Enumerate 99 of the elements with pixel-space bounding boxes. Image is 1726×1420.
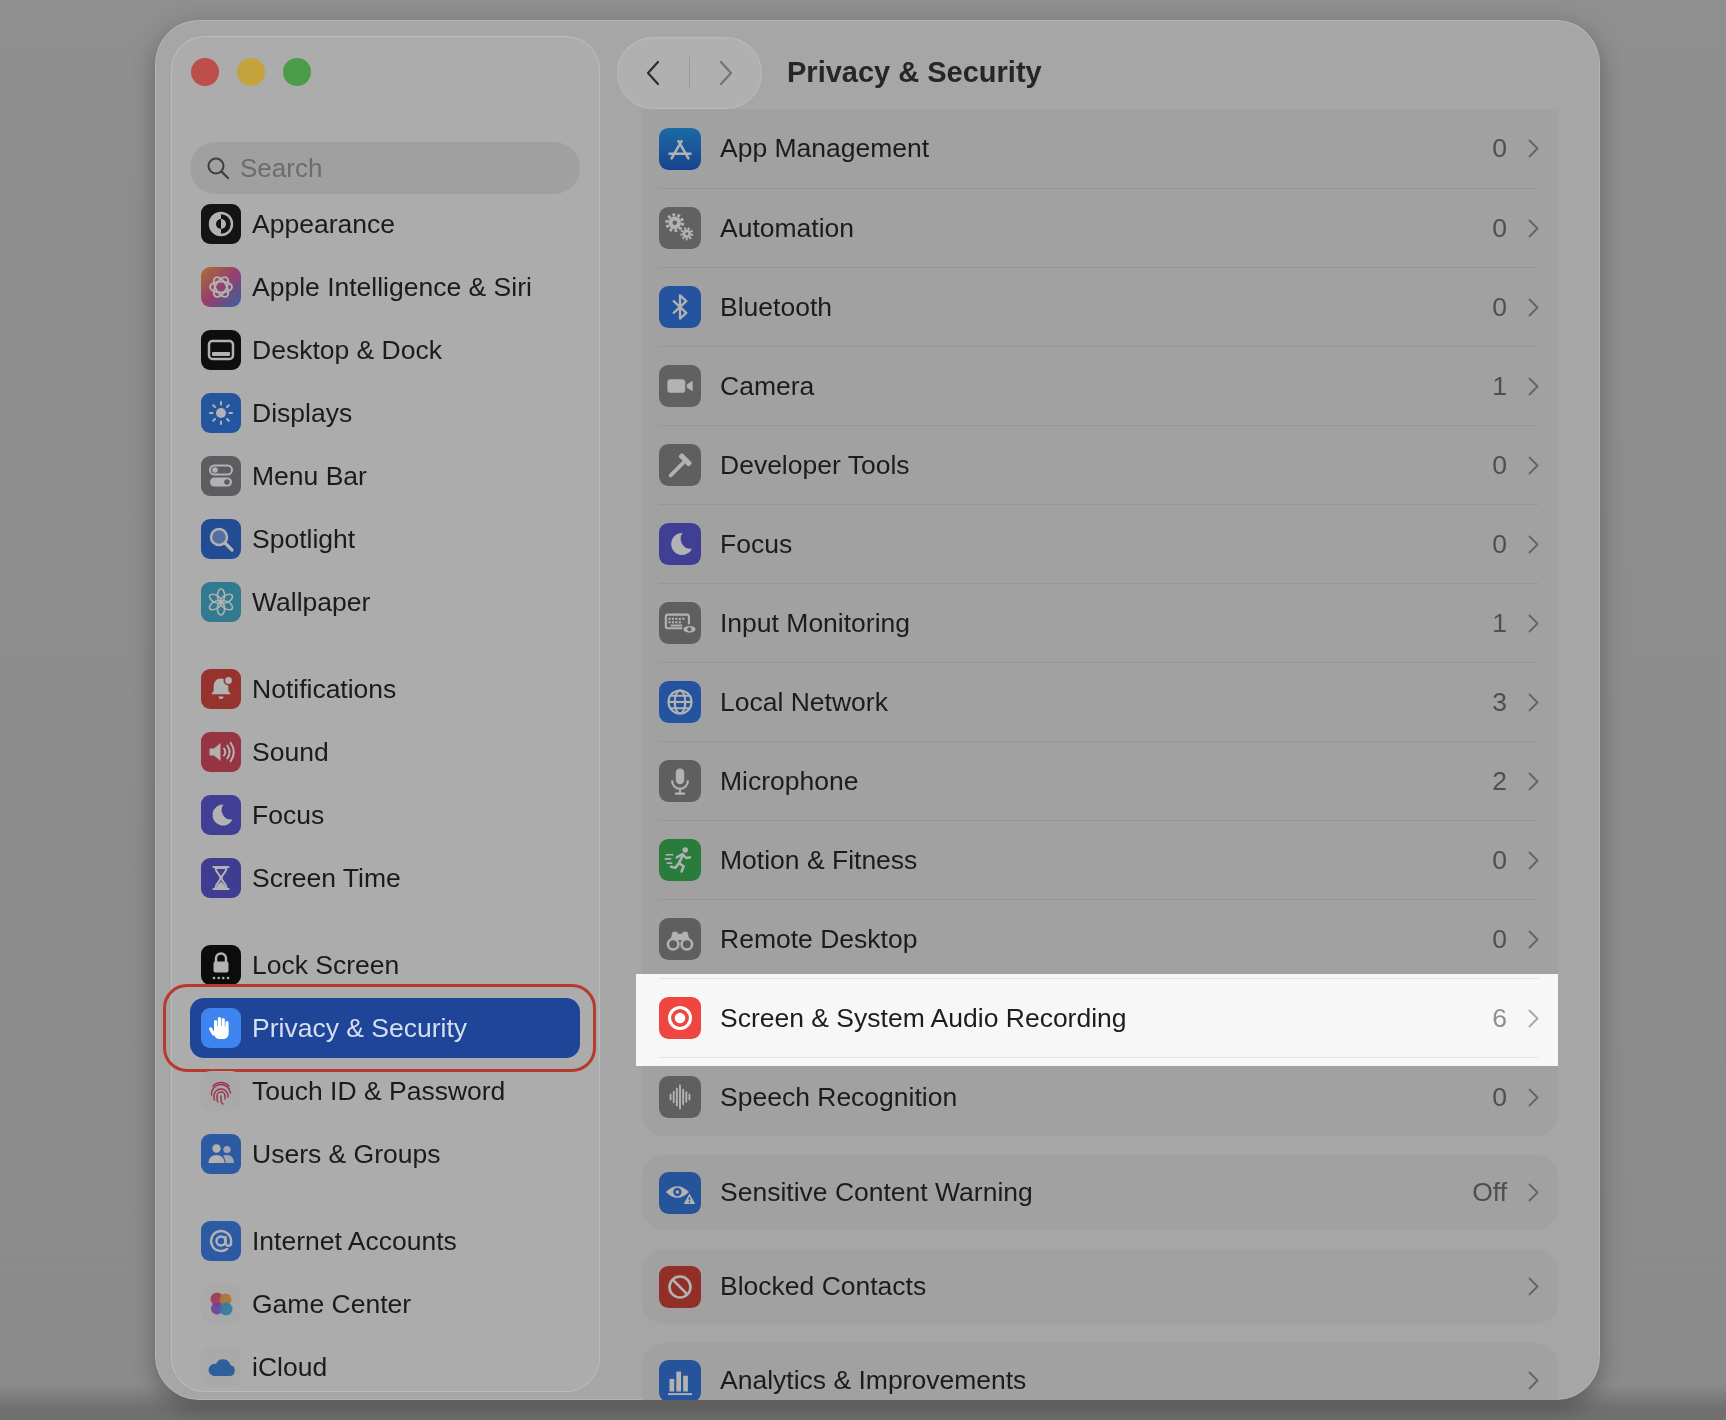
window-icon — [201, 330, 241, 370]
settings-row[interactable]: Sensitive Content Warning Off — [642, 1155, 1558, 1230]
running-figure-icon — [659, 839, 701, 881]
atom-orbits-icon — [201, 267, 241, 307]
settings-row[interactable]: App Management 0 — [642, 109, 1558, 188]
settings-row[interactable]: Focus 0 — [642, 504, 1558, 583]
row-value: 0 — [1492, 451, 1507, 479]
settings-row[interactable]: Analytics & Improvements — [642, 1343, 1558, 1400]
row-value: 0 — [1492, 293, 1507, 321]
chevron-right-icon — [1528, 1277, 1539, 1296]
row-value: 1 — [1492, 609, 1507, 637]
sidebar-item[interactable]: Internet Accounts — [190, 1211, 580, 1271]
sidebar-item[interactable]: Touch ID & Password — [190, 1061, 580, 1121]
settings-row[interactable]: Local Network 3 — [642, 662, 1558, 741]
hand-icon — [201, 1008, 241, 1048]
row-value: 0 — [1492, 1083, 1507, 1111]
hourglass-icon — [201, 858, 241, 898]
settings-row[interactable]: Motion & Fitness 0 — [642, 820, 1558, 899]
row-value: 1 — [1492, 372, 1507, 400]
settings-row[interactable]: Microphone 2 — [642, 741, 1558, 820]
sidebar-item[interactable]: Desktop & Dock — [190, 320, 580, 380]
people-icon — [201, 1134, 241, 1174]
sidebar-item[interactable]: Privacy & Security — [190, 998, 580, 1058]
chevron-right-icon — [1528, 297, 1539, 317]
binoculars-icon — [659, 918, 701, 960]
sidebar-item[interactable]: Appearance — [190, 194, 580, 254]
chevron-right-icon — [1528, 1008, 1539, 1028]
chevron-right-icon — [1528, 850, 1539, 870]
chevron-right-icon — [1528, 692, 1539, 712]
sidebar-item[interactable]: Notifications — [190, 659, 580, 719]
prohibited-icon — [659, 1265, 701, 1308]
chevron-right-icon — [1528, 218, 1539, 238]
hammer-icon — [659, 444, 701, 486]
settings-row[interactable]: Developer Tools 0 — [642, 425, 1558, 504]
chevron-left-icon — [646, 59, 660, 86]
toggle-switches-icon — [201, 456, 241, 496]
eye-warning-icon — [659, 1171, 701, 1214]
chevron-right-icon — [1528, 534, 1539, 554]
waveform-icon — [659, 1076, 701, 1118]
a-strokes-icon — [659, 127, 701, 170]
row-value: 0 — [1492, 530, 1507, 558]
sidebar-item[interactable]: iCloud — [190, 1337, 580, 1397]
globe-icon — [659, 681, 701, 723]
zoom-button[interactable] — [283, 58, 311, 86]
sidebar-item[interactable]: Game Center — [190, 1274, 580, 1334]
minimize-button[interactable] — [237, 58, 265, 86]
chevron-right-icon — [1528, 1183, 1539, 1202]
chevron-right-icon — [1528, 771, 1539, 791]
video-camera-icon — [659, 365, 701, 407]
bell-icon — [201, 669, 241, 709]
flower-icon — [201, 582, 241, 622]
row-value: 6 — [1492, 1004, 1507, 1032]
row-value: 0 — [1492, 135, 1507, 162]
search-icon — [201, 519, 241, 559]
at-sign-icon — [201, 1221, 241, 1261]
settings-row[interactable]: Automation 0 — [642, 188, 1558, 267]
search-icon — [206, 156, 230, 180]
chevron-right-icon — [719, 59, 733, 86]
bar-chart-icon — [659, 1359, 701, 1400]
chevron-right-icon — [1528, 139, 1539, 158]
row-value: 2 — [1492, 767, 1507, 795]
record-icon — [659, 997, 701, 1039]
sun-icon — [201, 393, 241, 433]
chevron-right-icon — [1528, 1087, 1539, 1107]
row-value: 0 — [1492, 925, 1507, 953]
window-title: Privacy & Security — [787, 55, 1042, 90]
sidebar-item[interactable]: Focus — [190, 785, 580, 845]
speaker-icon — [201, 732, 241, 772]
chevron-right-icon — [1528, 613, 1539, 633]
sidebar-item[interactable]: Screen Time — [190, 848, 580, 908]
close-button[interactable] — [191, 58, 219, 86]
padlock-icon — [201, 945, 241, 985]
sidebar-item[interactable]: Displays — [190, 383, 580, 443]
sidebar-item[interactable]: Menu Bar — [190, 446, 580, 506]
sidebar-item[interactable]: Sound — [190, 722, 580, 782]
moon-icon — [659, 523, 701, 565]
chevron-right-icon — [1528, 376, 1539, 396]
sidebar-item[interactable]: Spotlight — [190, 509, 580, 569]
gears-icon — [659, 207, 701, 249]
row-value: 0 — [1492, 214, 1507, 242]
settings-row[interactable]: Camera 1 — [642, 346, 1558, 425]
moon-icon — [201, 795, 241, 835]
keyboard-eye-icon — [659, 602, 701, 644]
row-value: 0 — [1492, 846, 1507, 874]
sidebar-item[interactable]: Lock Screen — [190, 935, 580, 995]
settings-row[interactable]: Blocked Contacts — [642, 1249, 1558, 1324]
sidebar-item[interactable]: Apple Intelligence & Siri — [190, 257, 580, 317]
bluetooth-icon — [659, 286, 701, 328]
chevron-right-icon — [1528, 1371, 1539, 1390]
row-value: Off — [1472, 1179, 1507, 1206]
row-value: 3 — [1492, 688, 1507, 716]
chevron-right-icon — [1528, 929, 1539, 949]
sidebar-item[interactable]: Users & Groups — [190, 1124, 580, 1184]
settings-row[interactable]: Input Monitoring 1 — [642, 583, 1558, 662]
chevron-right-icon — [1528, 455, 1539, 475]
sidebar-item[interactable]: Wallpaper — [190, 572, 580, 632]
microphone-icon — [659, 760, 701, 802]
settings-row[interactable]: Screen & System Audio Recording 6 — [636, 974, 1558, 1066]
settings-row[interactable]: Bluetooth 0 — [642, 267, 1558, 346]
